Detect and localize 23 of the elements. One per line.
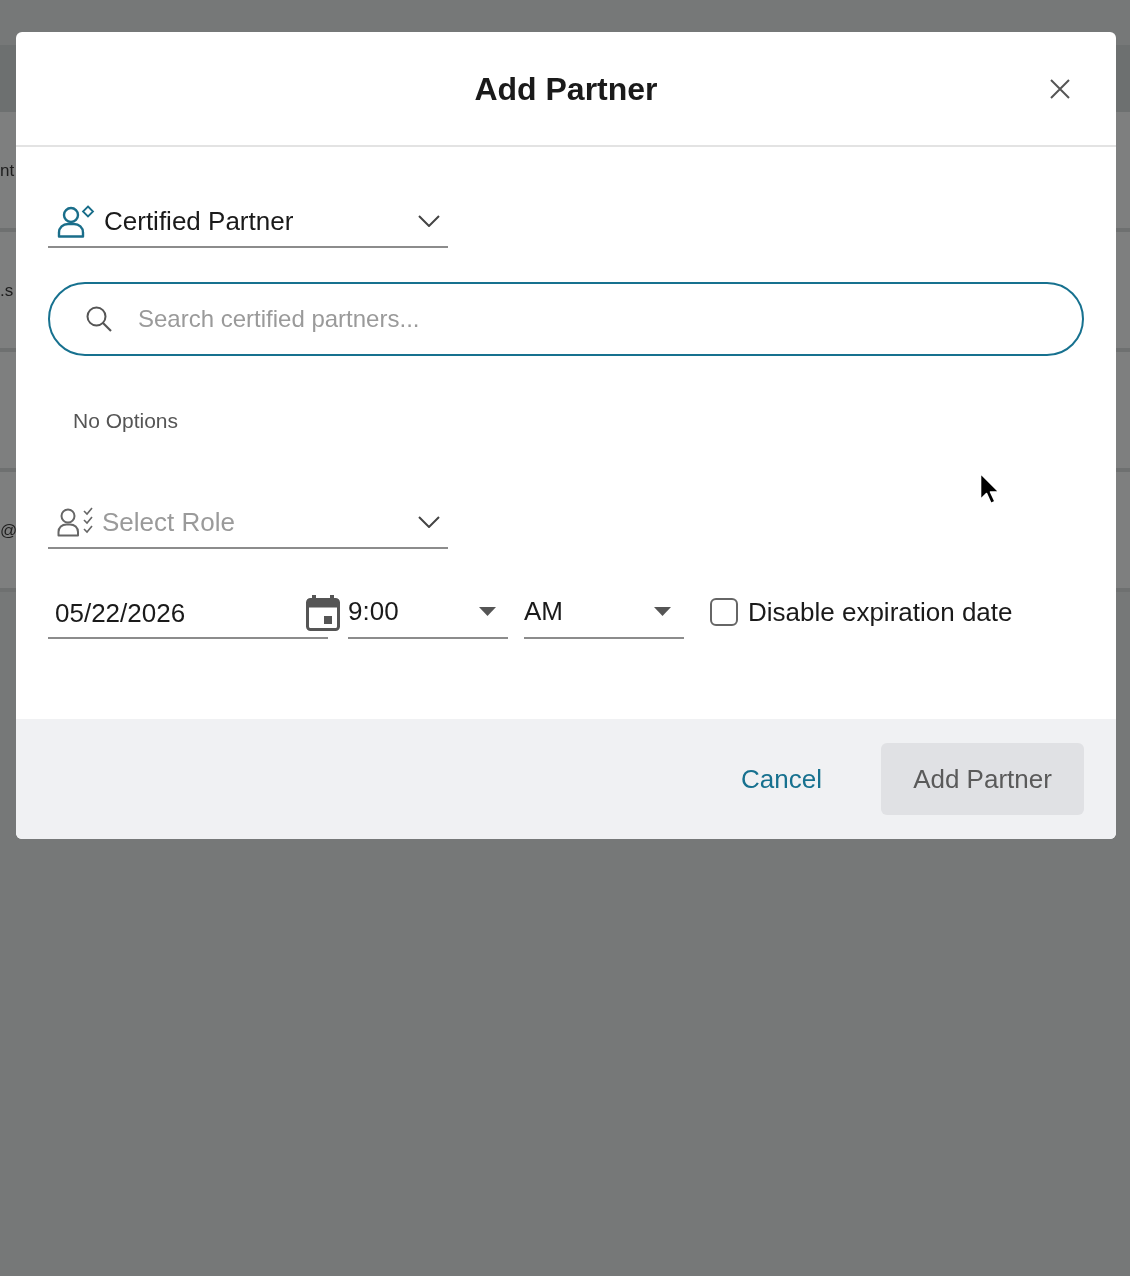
calendar-button[interactable] (306, 595, 340, 631)
dialog-title: Add Partner (474, 72, 658, 105)
calendar-icon (306, 595, 340, 631)
checkbox-label: Disable expiration date (748, 599, 1013, 625)
time-select[interactable]: 9:00 (348, 585, 508, 639)
chevron-down-icon (418, 516, 440, 528)
row-text-fragment: .s (0, 281, 14, 299)
close-icon (1050, 79, 1070, 99)
empty-results-text: No Options (72, 408, 179, 434)
partner-type-select[interactable]: Certified Partner (48, 196, 448, 248)
row-text-fragment: @ (0, 521, 18, 539)
person-checklist-icon (57, 507, 95, 537)
date-field[interactable]: 05/22/2026 (48, 587, 340, 639)
chevron-down-icon (418, 215, 440, 227)
cancel-button[interactable]: Cancel (721, 743, 842, 815)
search-field[interactable]: Search certified partners... (48, 282, 1084, 356)
person-diamond-icon (57, 204, 95, 238)
row-text-fragment: nt (0, 161, 15, 179)
period-select[interactable]: AM (524, 585, 684, 639)
caret-down-icon (479, 606, 496, 616)
search-icon (86, 306, 112, 332)
caret-down-icon (654, 606, 671, 616)
checkbox[interactable] (710, 598, 738, 626)
